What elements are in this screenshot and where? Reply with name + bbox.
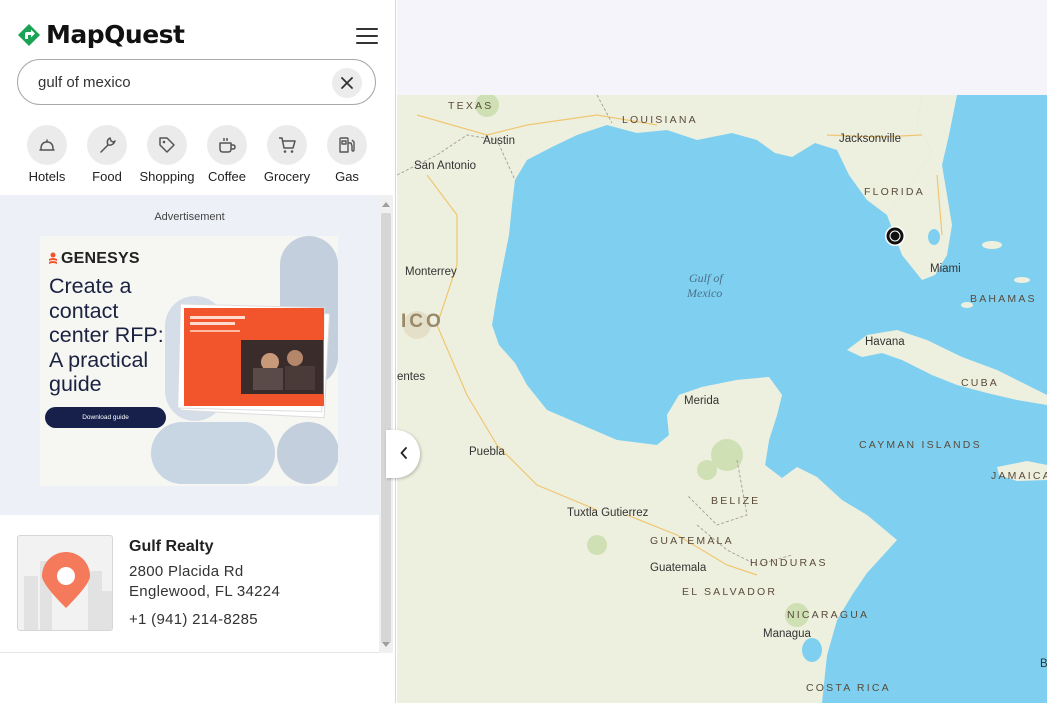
label-guatemala-city: Guatemala (650, 562, 707, 574)
label-el-salvador: EL SALVADOR (682, 586, 777, 598)
category-grocery[interactable]: Grocery (257, 125, 317, 184)
logo-mark-icon (18, 23, 40, 46)
category-hotels[interactable]: Hotels (17, 125, 77, 184)
label-gulf-of: Gulf of (689, 271, 724, 285)
label-mexico-sea: Mexico (686, 286, 722, 300)
category-label: Coffee (207, 169, 247, 184)
sidebar: MapQuest Hotels Food Shop (0, 0, 396, 703)
download-guide-button[interactable]: Download guide (45, 407, 166, 428)
label-mexico-country: ICO (401, 311, 444, 332)
map-canvas[interactable]: TEXAS LOUISIANA Austin Jacksonville San … (397, 95, 1047, 703)
hamburger-menu-icon[interactable] (356, 28, 378, 46)
genesys-logo: GENESYS (48, 250, 140, 268)
bell-icon (39, 139, 55, 151)
gas-pump-icon (339, 137, 355, 153)
label-cuba: CUBA (961, 377, 999, 389)
label-louisiana: LOUISIANA (622, 114, 698, 126)
category-shortcuts: Hotels Food Shopping Coffee Grocery Gas (17, 125, 387, 185)
label-fuentes: entes (397, 371, 425, 383)
label-monterrey: Monterrey (405, 266, 457, 278)
scroll-up-arrow-icon[interactable] (382, 202, 390, 207)
brand-name: MapQuest (46, 20, 185, 49)
mapquest-logo[interactable]: MapQuest (17, 20, 185, 49)
label-florida: FLORIDA (864, 186, 925, 198)
ad-creative[interactable]: GENESYS Create a contact center RFP: A p… (40, 236, 338, 486)
category-label: Gas (335, 169, 359, 184)
sidebar-scrollbar[interactable] (379, 195, 393, 653)
wrench-utensil-icon (100, 137, 116, 153)
label-cayman-islands: CAYMAN ISLANDS (859, 439, 982, 451)
label-costa-rica: COSTA RICA (806, 682, 891, 694)
label-san-antonio: San Antonio (414, 160, 476, 172)
label-tuxtla: Tuxtla Gutierrez (567, 507, 649, 519)
category-label: Grocery (263, 169, 311, 184)
label-jacksonville: Jacksonville (839, 133, 901, 145)
guide-booklet-image (177, 303, 331, 419)
label-jamaica: JAMAICA (991, 470, 1047, 482)
tag-icon (159, 137, 175, 153)
genesys-mark-icon (49, 252, 57, 264)
label-honduras: HONDURAS (750, 557, 828, 569)
clear-search-button[interactable] (332, 68, 362, 98)
map-pin-icon (24, 552, 112, 630)
cart-icon (279, 137, 296, 153)
chevron-left-icon (400, 447, 407, 459)
result-phone[interactable]: +1 (941) 214-8285 (129, 611, 258, 628)
search-box (17, 59, 376, 105)
advertisement-block: Advertisement GENESYS Create a contact c… (0, 195, 379, 515)
app-root: MapQuest Hotels Food Shop (0, 0, 1047, 703)
label-belize: BELIZE (711, 495, 760, 507)
map-view[interactable]: TEXAS LOUISIANA Austin Jacksonville San … (397, 0, 1047, 703)
category-coffee[interactable]: Coffee (197, 125, 257, 184)
ad-label: Advertisement (154, 211, 225, 223)
label-guatemala-country: GUATEMALA (650, 535, 734, 547)
scrollbar-thumb[interactable] (381, 213, 391, 643)
genesys-wordmark: GENESYS (61, 250, 140, 267)
category-gas[interactable]: Gas (317, 125, 377, 184)
category-label: Hotels (28, 169, 66, 184)
label-nicaragua: NICARAGUA (787, 609, 869, 621)
result-address-line2: Englewood, FL 34224 (129, 583, 281, 600)
result-thumbnail (17, 535, 113, 631)
result-address-line1: 2800 Placida Rd (129, 563, 244, 580)
label-managua: Managua (763, 628, 812, 640)
ad-headline: Create a contact center RFP: A practical… (49, 274, 164, 396)
category-food[interactable]: Food (77, 125, 137, 184)
results-panel: Advertisement GENESYS Create a contact c… (0, 195, 393, 653)
category-label: Shopping (139, 169, 195, 184)
search-result-item[interactable]: Gulf Realty 2800 Placida Rd Englewood, F… (0, 515, 379, 653)
label-b-partial: B (1040, 658, 1047, 670)
cup-icon (219, 138, 236, 153)
result-name[interactable]: Gulf Realty (129, 538, 213, 556)
label-puebla: Puebla (469, 446, 505, 458)
label-austin: Austin (483, 135, 515, 147)
close-icon (341, 77, 353, 89)
search-input[interactable] (38, 73, 318, 91)
label-havana: Havana (865, 336, 905, 348)
label-miami: Miami (930, 263, 961, 275)
scroll-down-arrow-icon[interactable] (382, 642, 390, 647)
label-merida: Merida (684, 395, 720, 407)
category-label: Food (92, 169, 122, 184)
category-shopping[interactable]: Shopping (137, 125, 197, 184)
label-bahamas: BAHAMAS (970, 293, 1037, 305)
label-texas: TEXAS (448, 100, 493, 112)
